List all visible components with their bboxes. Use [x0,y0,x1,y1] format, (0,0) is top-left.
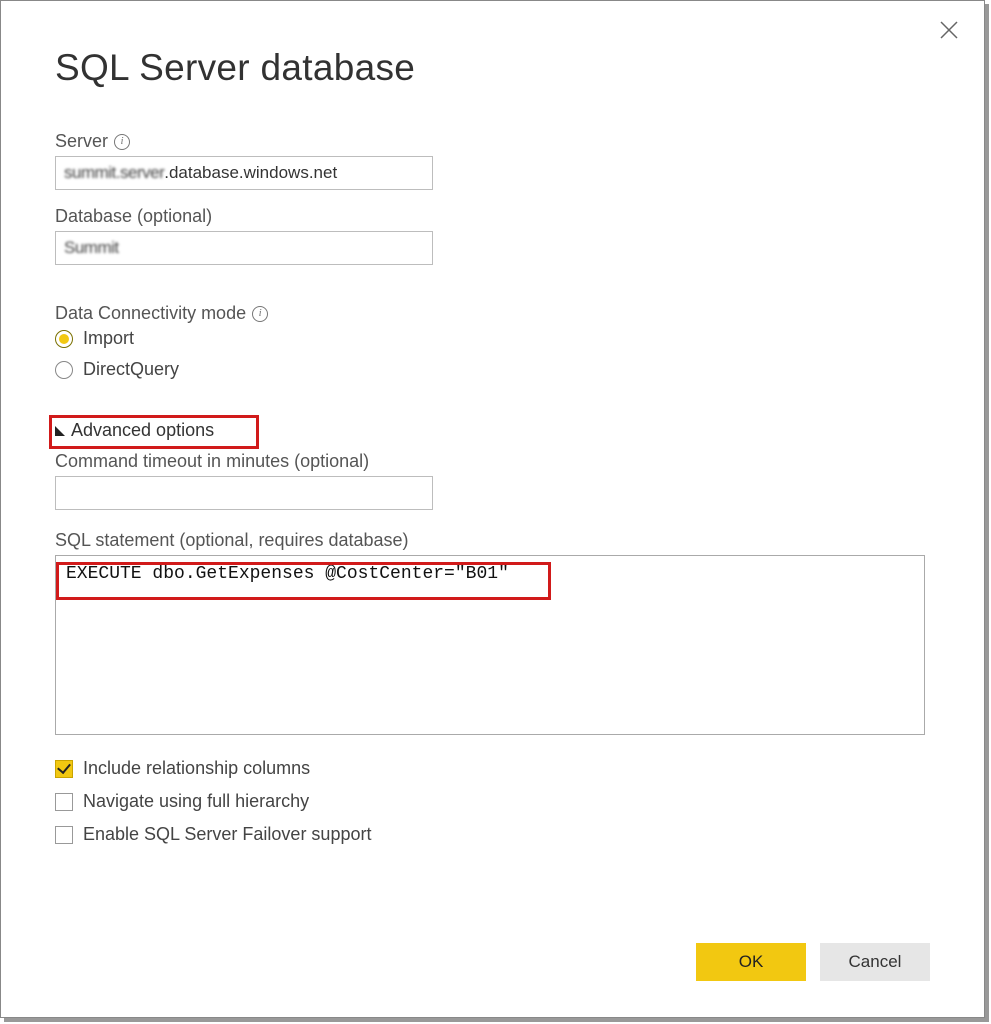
database-input[interactable]: Summit [55,231,433,265]
server-input-suffix: .database.windows.net [164,163,337,183]
check-failover-support[interactable]: Enable SQL Server Failover support [55,824,930,845]
server-label: Server i [55,131,930,152]
server-input-obscured: summit.server [64,163,164,183]
info-icon[interactable]: i [252,306,268,322]
database-field: Database (optional) Summit [55,206,930,265]
server-field: Server i summit.server.database.windows.… [55,131,930,190]
check-include-relationship[interactable]: Include relationship columns [55,758,930,779]
radio-label: Import [83,328,134,349]
radio-icon [55,330,73,348]
database-label: Database (optional) [55,206,930,227]
info-icon[interactable]: i [114,134,130,150]
sql-statement-textarea[interactable] [55,555,925,735]
advanced-options-toggle[interactable]: Advanced options [55,420,222,441]
advanced-options-label: Advanced options [71,420,214,441]
checkbox-icon [55,760,73,778]
radio-directquery[interactable]: DirectQuery [55,359,930,380]
radio-import[interactable]: Import [55,328,930,349]
timeout-input[interactable] [55,476,433,510]
check-navigate-hierarchy[interactable]: Navigate using full hierarchy [55,791,930,812]
check-label: Enable SQL Server Failover support [83,824,371,845]
check-label: Include relationship columns [83,758,310,779]
sql-label: SQL statement (optional, requires databa… [55,530,930,551]
radio-label: DirectQuery [83,359,179,380]
checkbox-icon [55,793,73,811]
server-label-text: Server [55,131,108,152]
triangle-icon [55,426,65,436]
sql-server-database-dialog: SQL Server database Server i summit.serv… [0,0,985,1018]
check-label: Navigate using full hierarchy [83,791,309,812]
cancel-button[interactable]: Cancel [820,943,930,981]
dialog-buttons: OK Cancel [696,943,930,981]
server-input[interactable]: summit.server.database.windows.net [55,156,433,190]
close-icon[interactable] [938,19,960,46]
radio-icon [55,361,73,379]
timeout-label: Command timeout in minutes (optional) [55,451,930,472]
connectivity-label: Data Connectivity mode i [55,303,930,324]
checkbox-icon [55,826,73,844]
database-input-obscured: Summit [64,238,119,258]
dialog-title: SQL Server database [55,47,930,89]
ok-button[interactable]: OK [696,943,806,981]
connectivity-label-text: Data Connectivity mode [55,303,246,324]
